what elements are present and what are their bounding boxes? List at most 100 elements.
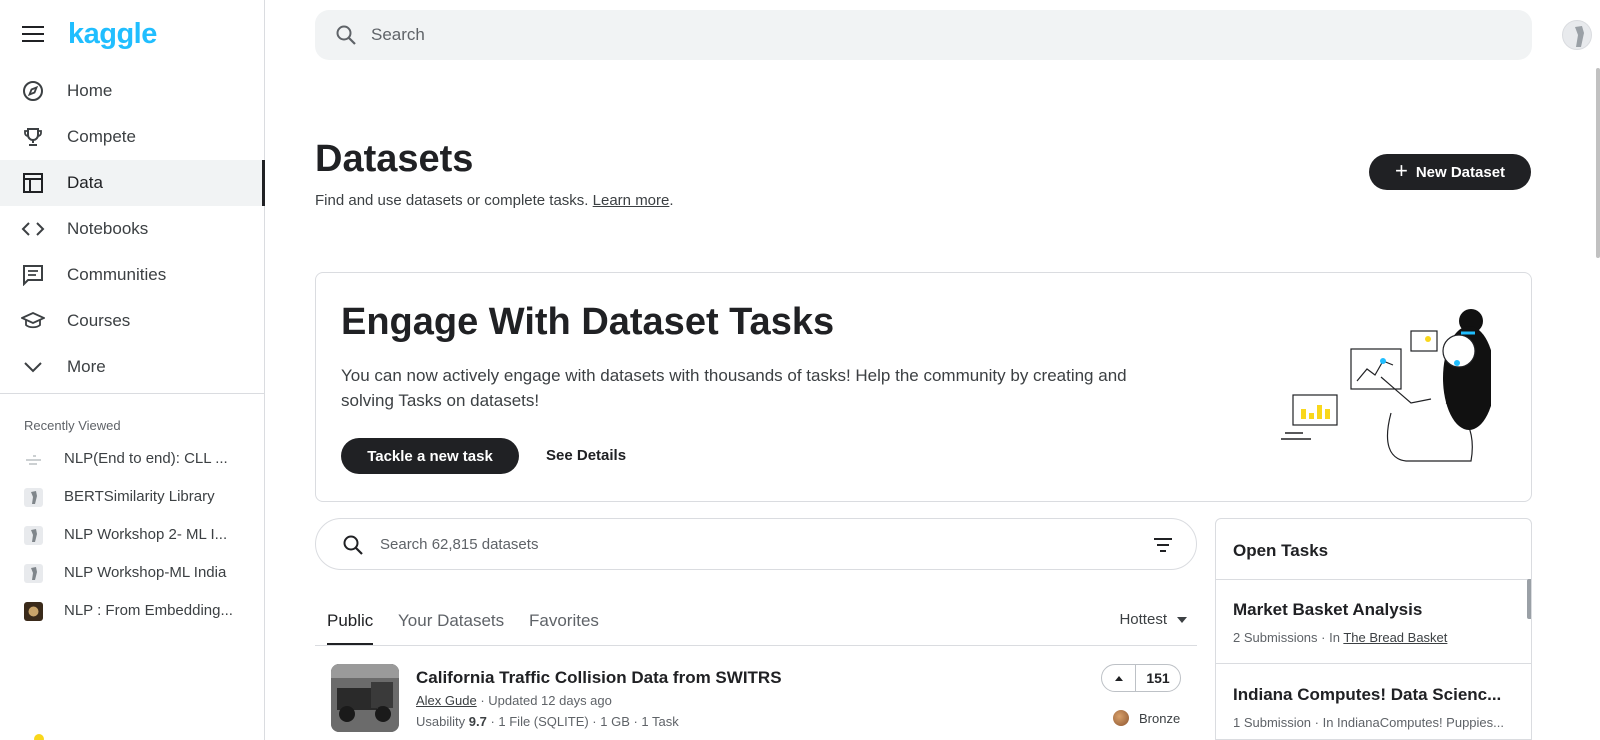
- search-input[interactable]: Search: [371, 25, 425, 45]
- medal-badge: Bronze: [1113, 710, 1180, 726]
- sidebar-item-more[interactable]: More: [0, 344, 265, 390]
- task-submissions: 2 Submissions · In: [1233, 630, 1340, 645]
- dataset-title[interactable]: California Traffic Collision Data from S…: [416, 668, 782, 688]
- comments-icon: [21, 263, 45, 287]
- search-icon: [335, 24, 357, 51]
- sidebar-item-label: Home: [67, 81, 113, 100]
- plus-icon: +: [1394, 158, 1408, 183]
- sidebar-item-label: Communities: [67, 265, 167, 284]
- dataset-search[interactable]: Search 62,815 datasets: [315, 518, 1197, 570]
- sidebar-item-communities[interactable]: Communities: [0, 252, 265, 298]
- sidebar-item-label: Compete: [67, 127, 136, 146]
- recent-item[interactable]: NLP : From Embedding...: [0, 592, 265, 630]
- vote-count: 151: [1146, 670, 1170, 686]
- task-title[interactable]: Indiana Computes! Data Scienc...: [1233, 685, 1518, 705]
- task-submissions: 1 Submission · In IndianaComputes! Puppi…: [1233, 715, 1504, 730]
- dataset-details: Usability 9.7 · 1 File (SQLITE) · 1 GB ·…: [416, 714, 679, 729]
- tab-your-datasets[interactable]: Your Datasets: [398, 611, 504, 643]
- sidebar-item-label: Data: [67, 173, 103, 192]
- recent-item[interactable]: NLP(End to end): CLL ...: [0, 440, 265, 478]
- global-search[interactable]: Search: [315, 10, 1532, 60]
- sidebar: kaggle Home Compete Data Notebooks Commu…: [0, 0, 265, 740]
- task-title[interactable]: Market Basket Analysis: [1233, 600, 1518, 620]
- learn-more-link[interactable]: Learn more: [593, 192, 670, 209]
- banner-title: Engage With Dataset Tasks: [341, 301, 835, 343]
- new-dataset-button[interactable]: + New Dataset: [1369, 154, 1531, 190]
- sidebar-item-notebooks[interactable]: Notebooks: [0, 206, 265, 252]
- sidebar-item-label: Courses: [67, 311, 131, 330]
- filter-icon[interactable]: [1152, 536, 1174, 559]
- page-title: Datasets: [315, 138, 474, 180]
- caret-down-icon: [1177, 617, 1187, 624]
- table-icon: [21, 171, 45, 195]
- dataset-files: · 1 File (SQLITE) · 1 GB · 1 Task: [490, 714, 679, 729]
- notebook-thumbnail: [24, 602, 43, 621]
- search-icon: [342, 534, 364, 561]
- sidebar-item-home[interactable]: Home: [0, 68, 265, 114]
- data-scientist-illustration: [1271, 303, 1495, 468]
- tab-favorites[interactable]: Favorites: [529, 611, 599, 643]
- recent-item-label: NLP(End to end): CLL ...: [64, 450, 228, 467]
- chevron-down-icon: [21, 355, 45, 379]
- task-item[interactable]: Indiana Computes! Data Scienc... 1 Submi…: [1216, 665, 1531, 739]
- notification-dot: [34, 734, 44, 740]
- recent-item-label: NLP Workshop-ML India: [64, 564, 227, 581]
- tasks-scrollbar[interactable]: [1527, 579, 1531, 619]
- notebook-thumbnail: [24, 450, 43, 469]
- recent-item[interactable]: NLP Workshop 2- ML I...: [0, 516, 265, 554]
- menu-icon[interactable]: [22, 26, 44, 44]
- sidebar-nav: Home Compete Data Notebooks Communities: [0, 68, 265, 390]
- task-item[interactable]: Market Basket Analysis 2 Submissions · I…: [1216, 580, 1531, 664]
- task-meta: 2 Submissions · In The Bread Basket: [1233, 630, 1518, 645]
- recently-viewed-list: NLP(End to end): CLL ... BERTSimilarity …: [0, 440, 265, 630]
- trophy-icon: [21, 125, 45, 149]
- upvote-arrow-icon[interactable]: [1102, 665, 1136, 691]
- dataset-meta: Alex Gude · Updated 12 days ago: [416, 693, 612, 708]
- recently-viewed-heading: Recently Viewed: [24, 418, 121, 433]
- dataset-row[interactable]: California Traffic Collision Data from S…: [315, 660, 1197, 740]
- sidebar-item-data[interactable]: Data: [0, 160, 265, 206]
- recent-item-label: NLP Workshop 2- ML I...: [64, 526, 228, 543]
- banner-description: You can now actively engage with dataset…: [341, 366, 1127, 410]
- usability-label: Usability: [416, 714, 466, 729]
- sort-label: Hottest: [1119, 611, 1167, 628]
- brand-bar: kaggle: [0, 0, 265, 70]
- see-details-button[interactable]: See Details: [546, 447, 626, 464]
- new-dataset-label: New Dataset: [1415, 163, 1506, 181]
- sidebar-item-label: Notebooks: [67, 219, 149, 238]
- recent-item[interactable]: BERTSimilarity Library: [0, 478, 265, 516]
- sidebar-item-compete[interactable]: Compete: [0, 114, 265, 160]
- page-subtitle: Find and use datasets or complete tasks.…: [315, 192, 674, 209]
- sort-dropdown[interactable]: Hottest: [1119, 611, 1187, 628]
- recent-item-label: BERTSimilarity Library: [64, 488, 215, 505]
- dataset-updated: · Updated 12 days ago: [480, 693, 612, 708]
- notebook-thumbnail: [24, 488, 43, 507]
- medal-label: Bronze: [1139, 710, 1181, 726]
- dataset-search-input[interactable]: Search 62,815 datasets: [380, 536, 538, 553]
- bronze-medal-icon: [1113, 710, 1129, 726]
- dataset-author-link[interactable]: Alex Gude: [416, 693, 477, 708]
- notebook-thumbnail: [24, 564, 43, 583]
- notebook-thumbnail: [24, 526, 43, 545]
- task-dataset-link[interactable]: The Bread Basket: [1343, 630, 1447, 645]
- tab-public[interactable]: Public: [327, 611, 374, 645]
- tackle-task-button[interactable]: Tackle a new task: [341, 438, 519, 474]
- tasks-banner: Engage With Dataset Tasks You can now ac…: [315, 272, 1532, 502]
- usability-score: 9.7: [468, 714, 487, 729]
- code-icon: [21, 217, 45, 241]
- sidebar-divider: [0, 393, 265, 394]
- compass-icon: [21, 79, 45, 103]
- dataset-tabs: Public Your Datasets Favorites Hottest: [315, 598, 1197, 646]
- kaggle-logo[interactable]: kaggle: [68, 18, 157, 51]
- page-scrollbar[interactable]: [1596, 68, 1600, 258]
- subtitle-period: .: [669, 192, 674, 209]
- open-tasks-heading: Open Tasks: [1233, 541, 1329, 560]
- task-meta: 1 Submission · In IndianaComputes! Puppi…: [1233, 715, 1518, 730]
- open-tasks-panel: Open Tasks Market Basket Analysis 2 Subm…: [1215, 518, 1532, 740]
- sidebar-item-courses[interactable]: Courses: [0, 298, 265, 344]
- subtitle-text: Find and use datasets or complete tasks.: [315, 192, 589, 209]
- recent-item-label: NLP : From Embedding...: [64, 602, 233, 619]
- upvote-button[interactable]: 151: [1101, 664, 1181, 692]
- avatar[interactable]: [1562, 20, 1592, 50]
- recent-item[interactable]: NLP Workshop-ML India: [0, 554, 265, 592]
